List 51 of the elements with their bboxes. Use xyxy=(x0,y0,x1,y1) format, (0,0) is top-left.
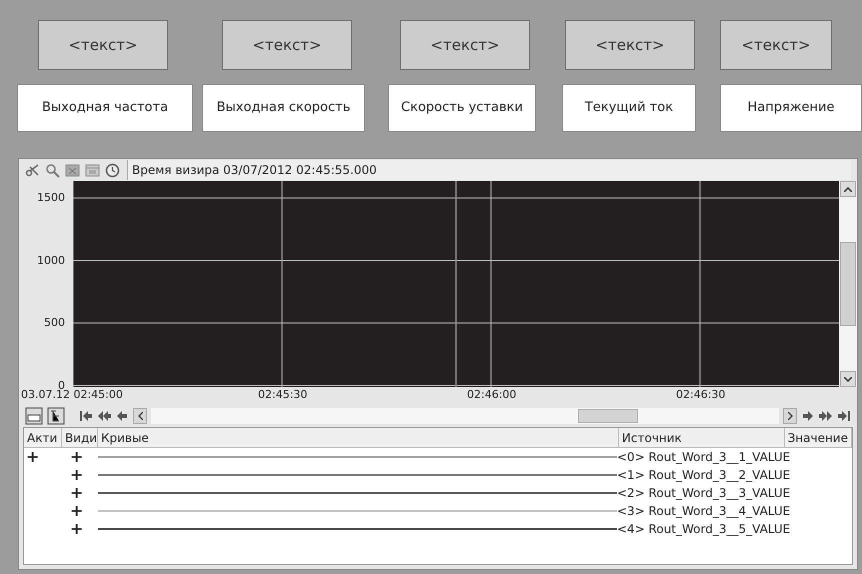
clock-icon[interactable] xyxy=(105,162,120,178)
display-field: <текст> xyxy=(720,20,832,70)
x-tick-label: 02:46:30 xyxy=(676,389,726,400)
scissors-icon[interactable] xyxy=(25,162,40,178)
zoom-icon[interactable] xyxy=(45,162,60,178)
x-tick-label: 03.07.12 02:45:00 xyxy=(21,389,123,400)
display-field: <текст> xyxy=(565,20,695,70)
legend-icon[interactable] xyxy=(25,407,43,425)
scroll-down-icon[interactable] xyxy=(840,371,856,387)
first-icon[interactable] xyxy=(79,410,93,422)
value-label: Выходная частота xyxy=(17,84,193,132)
column-header[interactable]: Значение xyxy=(784,428,852,447)
active-mark[interactable]: + xyxy=(24,449,40,465)
display-field: <текст> xyxy=(38,20,168,70)
value-label: Напряжение xyxy=(720,84,862,132)
chevron-left-icon[interactable] xyxy=(138,412,142,420)
x-tick-label: 02:46:00 xyxy=(467,389,516,400)
display-field: <текст> xyxy=(222,20,352,70)
display-field: <текст> xyxy=(400,20,530,70)
column-header[interactable]: Види xyxy=(62,428,98,447)
y-tick-label: 1500 xyxy=(37,192,65,203)
visible-mark[interactable]: + xyxy=(62,521,84,537)
value-label: Выходная скорость xyxy=(202,84,365,132)
value-label: Скорость уставки xyxy=(388,84,536,132)
visible-mark[interactable]: + xyxy=(62,467,84,483)
vertical-scrollbar[interactable] xyxy=(839,181,857,387)
visible-mark[interactable]: + xyxy=(62,503,84,519)
scroll-up-icon[interactable] xyxy=(840,181,856,197)
fast-forward-icon[interactable] xyxy=(819,410,833,422)
forward-icon[interactable] xyxy=(801,410,815,422)
column-header[interactable]: Акти xyxy=(24,428,62,447)
y-tick-label: 0 xyxy=(58,380,65,390)
window-icon[interactable] xyxy=(85,162,100,178)
chevron-right-icon[interactable] xyxy=(788,412,792,420)
scroll-left-button[interactable] xyxy=(133,408,147,424)
visible-mark[interactable]: + xyxy=(62,449,84,465)
fast-back-icon[interactable] xyxy=(97,410,111,422)
scroll-thumb[interactable] xyxy=(840,242,856,326)
last-icon[interactable] xyxy=(837,410,851,422)
y-tick-label: 500 xyxy=(44,317,65,328)
visible-mark[interactable]: + xyxy=(62,485,84,501)
x-tick-label: 02:45:30 xyxy=(258,389,308,400)
value-label: Текущий ток xyxy=(562,84,696,132)
column-header[interactable]: Кривые xyxy=(98,428,619,447)
y-tick-label: 1000 xyxy=(37,254,65,266)
column-header[interactable]: Источник xyxy=(618,428,785,447)
cursor-time-field: Время визира 03/07/2012 02:45:55.000 xyxy=(127,160,851,180)
horizontal-scrollbar[interactable] xyxy=(151,408,779,424)
back-icon[interactable] xyxy=(115,410,129,422)
scroll-thumb[interactable] xyxy=(578,409,638,423)
scroll-right-button[interactable] xyxy=(783,408,797,424)
